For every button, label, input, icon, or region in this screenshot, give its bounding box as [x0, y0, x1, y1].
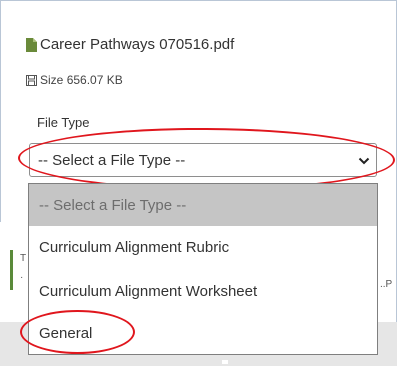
- file-type-selected-value: -- Select a File Type --: [38, 151, 186, 169]
- file-type-select[interactable]: -- Select a File Type --: [29, 143, 377, 177]
- background-text: T: [20, 253, 27, 264]
- background-text: ..P: [380, 279, 393, 290]
- dropdown-option-placeholder[interactable]: -- Select a File Type --: [29, 184, 377, 226]
- dropdown-option-worksheet[interactable]: Curriculum Alignment Worksheet: [29, 270, 377, 312]
- file-size-row: Size 656.07 KB: [26, 73, 123, 87]
- file-type-label: File Type: [37, 115, 90, 130]
- file-type-dropdown-list: -- Select a File Type -- Curriculum Alig…: [28, 183, 378, 355]
- dropdown-option-general[interactable]: General: [29, 312, 377, 354]
- background-accent-bar: [10, 250, 13, 290]
- dropdown-option-rubric[interactable]: Curriculum Alignment Rubric: [29, 226, 377, 268]
- file-name-row: Career Pathways 070516.pdf: [26, 36, 234, 53]
- file-icon: [26, 37, 37, 52]
- size-label: Size: [40, 73, 64, 87]
- background-text: ·: [20, 272, 24, 283]
- file-name: Career Pathways 070516.pdf: [40, 36, 235, 53]
- save-icon: [26, 74, 37, 86]
- background-left-strip: [0, 222, 28, 322]
- background-mark: [222, 360, 228, 364]
- chevron-down-icon: [358, 154, 370, 166]
- size-value: 656.07 KB: [66, 73, 123, 87]
